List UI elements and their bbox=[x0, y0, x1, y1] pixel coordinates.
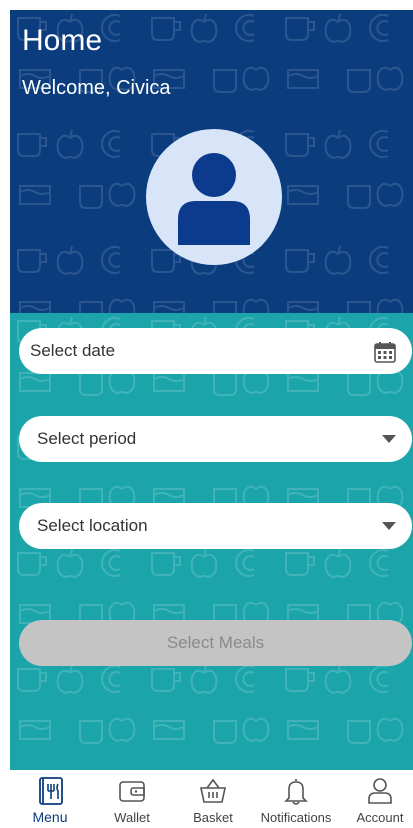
period-select-placeholder: Select period bbox=[37, 429, 137, 448]
nav-item-basket[interactable]: Basket bbox=[173, 770, 253, 828]
calendar-icon bbox=[374, 342, 396, 363]
nav-item-wallet[interactable]: Wallet bbox=[92, 770, 172, 828]
avatar[interactable] bbox=[146, 129, 282, 265]
nav-item-menu[interactable]: Menu bbox=[10, 770, 90, 828]
account-icon bbox=[368, 778, 392, 804]
app-screen: Home Welcome, Civica Select date Select … bbox=[10, 10, 413, 828]
user-icon bbox=[178, 153, 250, 245]
nav-label-wallet: Wallet bbox=[114, 810, 150, 825]
bottom-nav: Menu Wallet Basket Notifications Account bbox=[10, 770, 413, 828]
bell-icon bbox=[284, 779, 308, 805]
select-meals-button[interactable]: Select Meals bbox=[19, 620, 412, 666]
nav-label-basket: Basket bbox=[193, 810, 233, 825]
page-title: Home bbox=[22, 24, 103, 57]
header-panel: Home Welcome, Civica bbox=[10, 10, 413, 313]
nav-item-notifications[interactable]: Notifications bbox=[256, 770, 336, 828]
dropdown-arrow-icon bbox=[382, 522, 396, 530]
location-select[interactable]: Select location bbox=[19, 503, 412, 549]
period-select[interactable]: Select period bbox=[19, 416, 412, 462]
wallet-icon bbox=[119, 781, 145, 802]
welcome-text: Welcome, Civica bbox=[22, 77, 171, 99]
date-field[interactable]: Select date bbox=[19, 328, 412, 374]
nav-label-menu: Menu bbox=[32, 809, 68, 825]
nav-label-account: Account bbox=[356, 810, 404, 825]
date-field-placeholder: Select date bbox=[30, 341, 116, 360]
nav-label-notifications: Notifications bbox=[260, 810, 332, 825]
menu-icon bbox=[39, 777, 63, 805]
nav-item-account[interactable]: Account bbox=[340, 770, 413, 828]
basket-icon bbox=[200, 778, 226, 803]
location-select-placeholder: Select location bbox=[37, 516, 148, 535]
dropdown-arrow-icon bbox=[382, 435, 396, 443]
